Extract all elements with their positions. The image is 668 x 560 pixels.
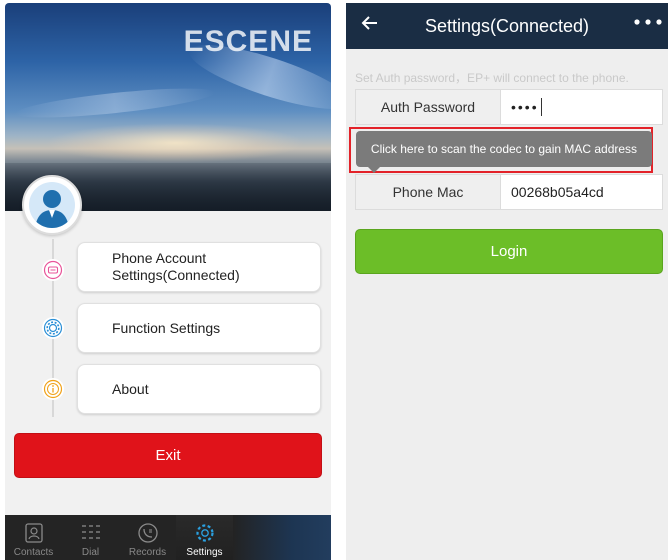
contacts-icon — [22, 521, 46, 545]
menu-item-label: Phone Account Settings(Connected) — [112, 250, 240, 283]
phone-icon — [42, 259, 64, 281]
auth-hint-text: Set Auth password，EP+ will connect to th… — [355, 71, 629, 85]
auth-password-label: Auth Password — [356, 90, 501, 124]
text-cursor — [540, 98, 542, 116]
menu-item-phone-account[interactable]: Phone Account Settings(Connected) — [77, 242, 321, 292]
tab-label: Settings — [186, 547, 223, 558]
tab-records[interactable]: Records — [119, 515, 176, 560]
tooltip-pointer — [368, 167, 380, 173]
tab-label: Contacts — [13, 547, 54, 558]
dialpad-icon — [79, 521, 103, 545]
menu-item-label: About — [112, 380, 149, 397]
phone-mac-label: Phone Mac — [356, 175, 501, 209]
phone-mac-row: Phone Mac 00268b05a4cd — [355, 174, 663, 210]
tab-dial[interactable]: Dial — [62, 515, 119, 560]
login-button[interactable]: Login — [355, 229, 663, 274]
menu-item-about[interactable]: About — [77, 364, 321, 414]
right-phone-screen: Settings(Connected) Set Auth password，EP… — [346, 3, 668, 560]
tab-label: Dial — [81, 547, 100, 558]
tab-label: Records — [128, 547, 167, 558]
user-avatar-icon — [35, 190, 69, 228]
brand-logo: ESCENE — [183, 25, 313, 58]
menu-item-function-settings[interactable]: Function Settings — [77, 303, 321, 353]
left-phone-screen: ESCENE Phone Account Settings(Connected) — [5, 3, 331, 560]
exit-button[interactable]: Exit — [14, 433, 322, 478]
tab-bar-filler — [233, 515, 331, 560]
auth-password-field[interactable]: •••• — [511, 90, 542, 124]
auth-password-value: •••• — [511, 99, 539, 115]
tab-contacts[interactable]: Contacts — [5, 515, 62, 560]
page-title: Settings(Connected) — [424, 16, 590, 36]
settings-icon — [193, 521, 217, 545]
more-options-icon[interactable] — [632, 15, 664, 33]
menu-item-label: Function Settings — [112, 319, 221, 336]
info-icon — [42, 378, 64, 400]
avatar[interactable] — [22, 175, 82, 235]
bottom-tab-bar: Contacts Dial Records Settings — [5, 515, 331, 560]
banner-cloud — [14, 82, 216, 124]
auth-password-row: Auth Password •••• — [355, 89, 663, 125]
phone-mac-field[interactable]: 00268b05a4cd — [511, 175, 604, 209]
title-bar: Settings(Connected) — [346, 3, 668, 49]
banner-sunset-glow — [45, 123, 305, 163]
call-records-icon — [136, 521, 160, 545]
gear-icon — [42, 317, 64, 339]
scan-tooltip[interactable]: Click here to scan the codec to gain MAC… — [356, 131, 652, 167]
tab-settings[interactable]: Settings — [176, 515, 233, 560]
